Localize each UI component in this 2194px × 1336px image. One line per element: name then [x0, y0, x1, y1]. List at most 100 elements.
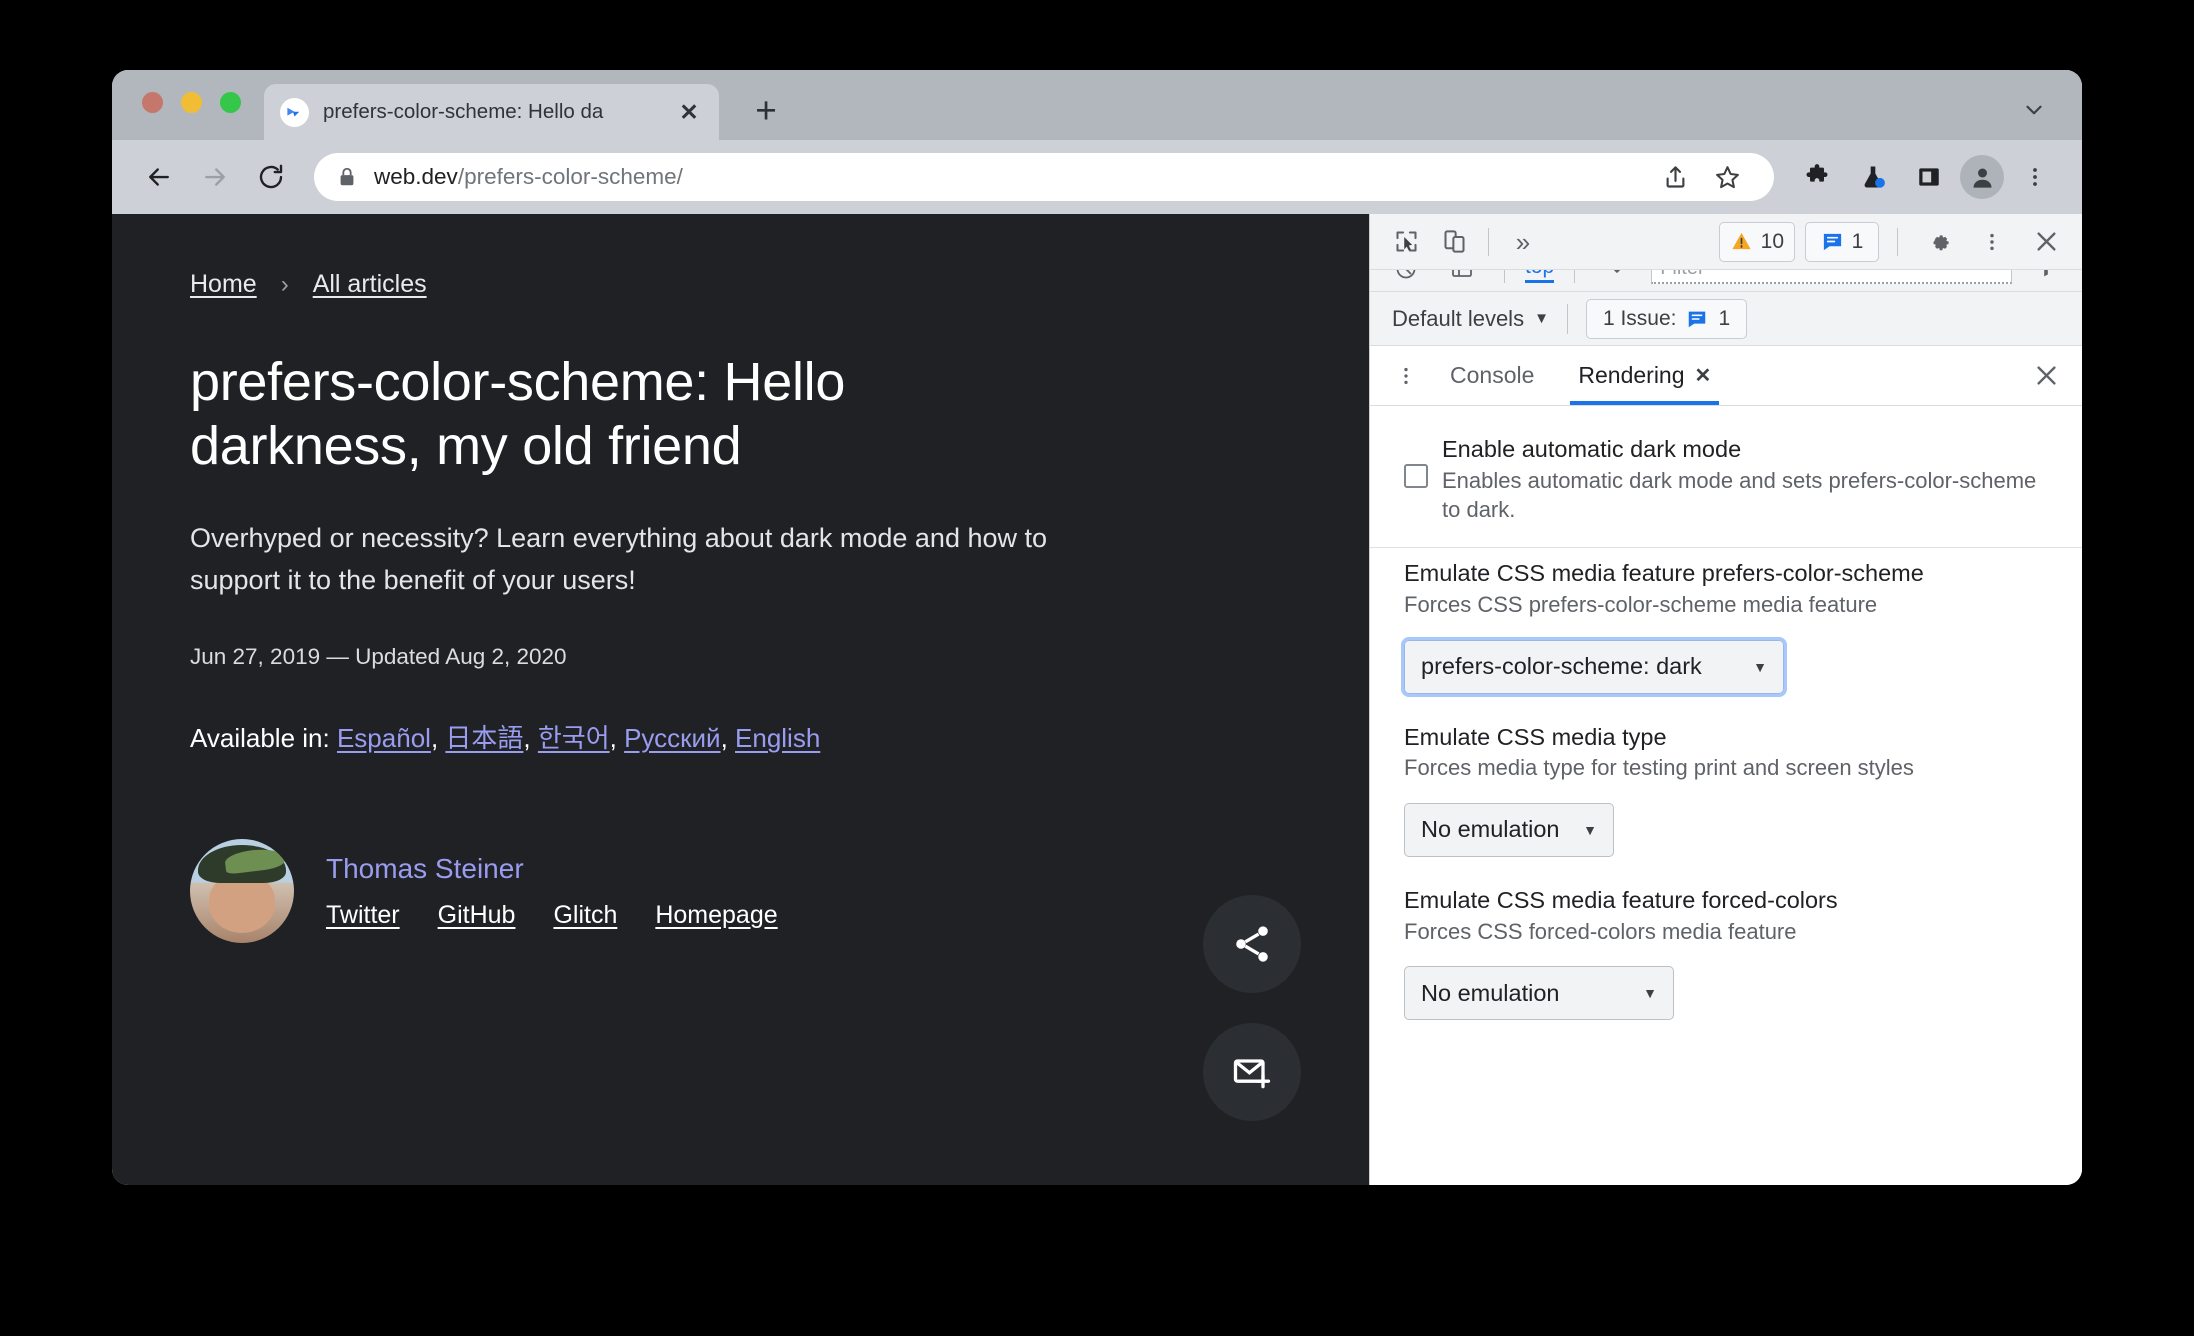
author-link-twitter[interactable]: Twitter [326, 901, 400, 930]
url-domain: web.dev [374, 164, 458, 189]
breadcrumb: Home › All articles [190, 270, 1369, 299]
forward-arrow-icon[interactable] [190, 152, 240, 202]
lang-link-ko[interactable]: 한국어 [538, 723, 610, 753]
page-lede: Overhyped or necessity? Learn everything… [190, 523, 1048, 596]
warnings-count: 10 [1760, 229, 1784, 253]
available-languages: Available in: Español, 日本語, 한국어, Русский… [190, 723, 821, 754]
automatic-dark-mode-checkbox[interactable] [1404, 464, 1428, 488]
issues-count: 1 [1851, 229, 1864, 253]
breadcrumb-home[interactable]: Home [190, 270, 257, 299]
minimize-window-button[interactable] [181, 92, 202, 113]
webdev-favicon [280, 97, 309, 127]
floating-action-buttons [1203, 895, 1301, 1121]
inspect-cursor-icon[interactable] [1384, 220, 1428, 264]
setting-description: Enables automatic dark mode and sets pre… [1442, 467, 2037, 523]
setting-title: Emulate CSS media feature prefers-color-… [1404, 560, 1924, 587]
breadcrumb-all-articles[interactable]: All articles [313, 270, 427, 299]
breadcrumb-separator-icon: › [280, 270, 289, 298]
setting-title: Emulate CSS media type [1404, 723, 1667, 750]
new-tab-button[interactable]: + [746, 90, 786, 130]
maximize-window-button[interactable] [220, 92, 241, 113]
star-icon[interactable] [1702, 152, 1752, 202]
page-title: prefers-color-scheme: Hello darkness, my… [190, 352, 846, 476]
prefers-color-scheme-value: prefers-color-scheme: dark [1421, 653, 1702, 679]
toolbar-divider [1488, 227, 1489, 256]
available-label: Available in: [190, 723, 330, 754]
console-filter-input[interactable]: Filter [1651, 270, 2012, 284]
setting-forced-colors: Emulate CSS media feature forced-colors … [1370, 875, 2082, 1038]
console-settings-funnel-icon[interactable] [2024, 270, 2068, 291]
close-window-button[interactable] [142, 92, 163, 113]
tab-close-icon[interactable]: ✕ [675, 98, 703, 126]
forced-colors-select[interactable]: No emulation ▼ [1404, 966, 1674, 1021]
web-page: Home › All articles prefers-color-scheme… [112, 214, 1369, 1185]
author-links: Twitter GitHub Glitch Homepage [326, 901, 778, 930]
flask-icon[interactable] [1848, 152, 1898, 202]
lock-icon [336, 166, 358, 188]
browser-tab[interactable]: prefers-color-scheme: Hello da ✕ [264, 84, 719, 140]
three-dot-menu-icon[interactable] [1970, 220, 2014, 264]
puzzle-icon[interactable] [1792, 152, 1842, 202]
drawer-menu-icon[interactable] [1384, 354, 1428, 398]
share-fab[interactable] [1203, 895, 1301, 993]
devtools-panel: » 10 1 Default levels ▼ 1 Issue: 1 Conso… [1369, 214, 2082, 1185]
console-filter-chevron-icon[interactable] [1595, 270, 1639, 291]
chevron-down-icon[interactable] [2014, 90, 2054, 130]
lang-link-es[interactable]: Español [337, 723, 431, 753]
issues-badge[interactable]: 1 [1805, 221, 1879, 262]
toolbar-divider-2 [1897, 227, 1898, 256]
console-context-selector[interactable]: top [1525, 270, 1555, 283]
three-dot-menu-icon[interactable] [2010, 152, 2060, 202]
subscribe-fab[interactable] [1203, 1023, 1301, 1121]
side-panel-icon[interactable] [1904, 152, 1954, 202]
chevron-down-icon: ▼ [1534, 310, 1549, 327]
setting-description: Forces media type for testing print and … [1404, 755, 1914, 781]
setting-title: Emulate CSS media feature forced-colors [1404, 886, 1838, 913]
url-path: /prefers-color-scheme/ [457, 164, 683, 189]
lang-link-ja[interactable]: 日本語 [445, 723, 523, 753]
tab-rendering-close-icon[interactable]: ✕ [1695, 363, 1712, 388]
address-bar[interactable]: web.dev/prefers-color-scheme/ [314, 153, 1774, 201]
device-toolbar-icon[interactable] [1432, 220, 1476, 264]
console-sidebar-icon[interactable] [1440, 270, 1484, 291]
setting-title: Enable automatic dark mode [1442, 436, 1742, 462]
overflow-icon[interactable]: » [1501, 220, 1545, 264]
issues-summary-button[interactable]: 1 Issue: 1 [1585, 298, 1748, 339]
issues-summary-count: 1 [1718, 306, 1731, 330]
lang-link-ru[interactable]: Русский [624, 723, 720, 753]
setting-description: Forces CSS prefers-color-scheme media fe… [1404, 591, 1878, 617]
page-dateline: Jun 27, 2019 — Updated Aug 2, 2020 [190, 644, 567, 670]
media-type-select[interactable]: No emulation ▼ [1404, 802, 1614, 857]
reload-icon[interactable] [246, 152, 296, 202]
drawer-close-icon[interactable] [2024, 354, 2068, 398]
warnings-badge[interactable]: 10 [1718, 221, 1795, 262]
window-content: Home › All articles prefers-color-scheme… [112, 214, 2082, 1185]
tab-console-label: Console [1450, 362, 1535, 388]
back-arrow-icon[interactable] [134, 152, 184, 202]
issues-summary-label: 1 Issue: [1602, 306, 1677, 330]
tab-rendering[interactable]: Rendering ✕ [1556, 346, 1733, 405]
media-type-value: No emulation [1421, 816, 1560, 843]
avatar-icon[interactable] [1960, 155, 2004, 199]
author-link-homepage[interactable]: Homepage [655, 901, 777, 930]
tab-rendering-label: Rendering [1578, 362, 1685, 388]
browser-toolbar: web.dev/prefers-color-scheme/ [112, 140, 2082, 214]
default-levels-dropdown[interactable]: Default levels ▼ [1392, 306, 1549, 332]
share-icon[interactable] [1650, 152, 1700, 202]
console-levels-bar: Default levels ▼ 1 Issue: 1 [1370, 292, 2082, 346]
tab-console[interactable]: Console [1428, 346, 1556, 405]
rendering-settings-panel: Enable automatic dark mode Enables autom… [1370, 406, 2082, 1185]
author-link-glitch[interactable]: Glitch [553, 901, 617, 930]
close-icon[interactable] [2024, 220, 2068, 264]
author-name[interactable]: Thomas Steiner [326, 853, 778, 885]
author-avatar [190, 839, 294, 944]
chevron-down-icon: ▼ [1583, 821, 1597, 838]
setting-description: Forces CSS forced-colors media feature [1404, 918, 1797, 944]
gear-icon[interactable] [1916, 220, 1960, 264]
prefers-color-scheme-select[interactable]: prefers-color-scheme: dark ▼ [1401, 636, 1787, 697]
lang-link-en[interactable]: English [735, 723, 820, 753]
setting-automatic-dark-mode: Enable automatic dark mode Enables autom… [1370, 424, 2082, 549]
author-link-github[interactable]: GitHub [438, 901, 516, 930]
clear-console-icon[interactable] [1384, 270, 1428, 291]
console-toolbar-clipped: top Filter [1370, 270, 2082, 292]
